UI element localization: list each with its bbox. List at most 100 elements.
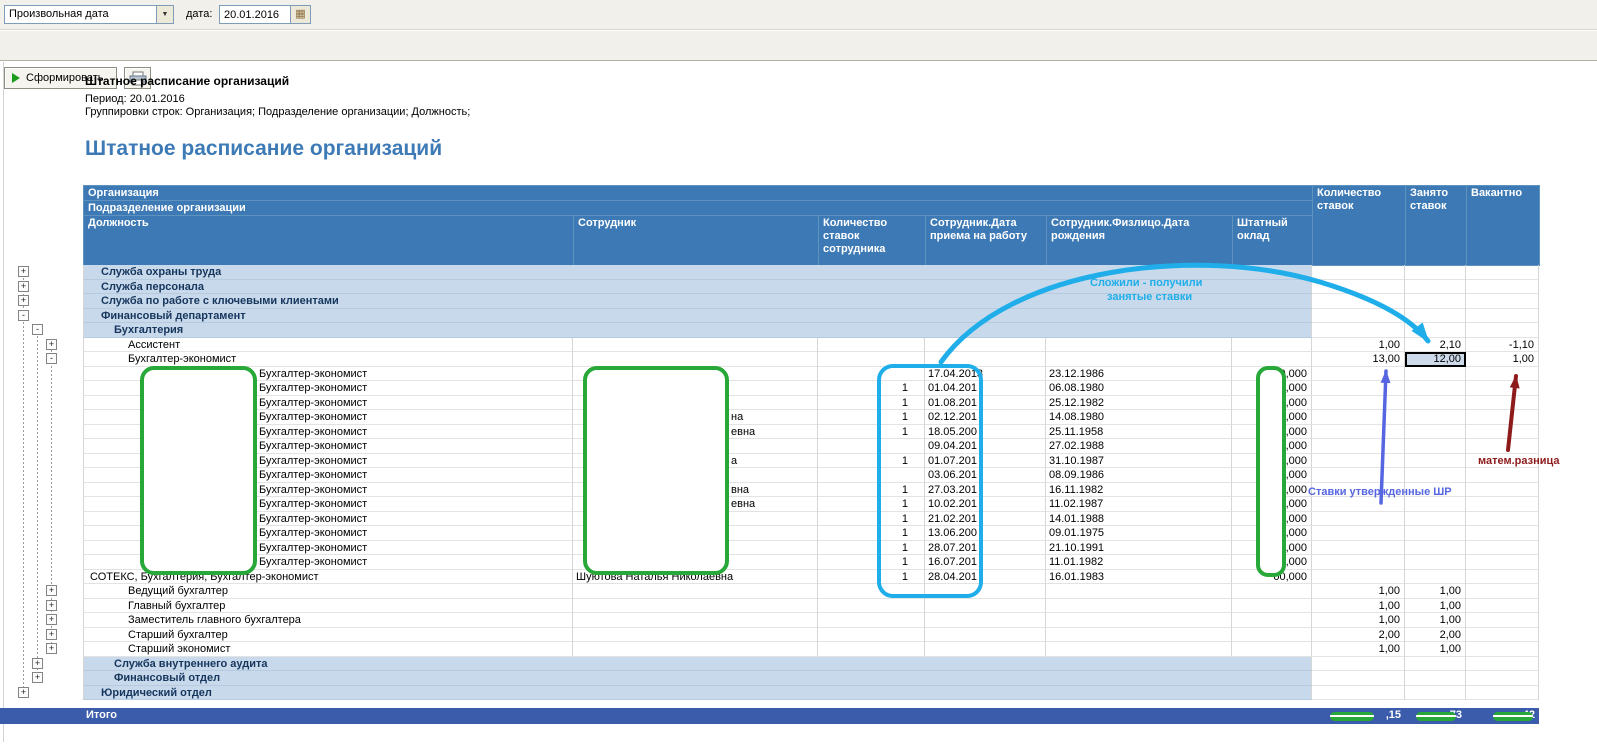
header-employee-rate[interactable]: Количество ставок сотрудника [819, 216, 926, 266]
cell-rates[interactable] [1312, 454, 1405, 469]
cell-rates[interactable] [1312, 555, 1405, 570]
cell-vacant[interactable] [1466, 468, 1539, 483]
cell-rates[interactable] [1312, 425, 1405, 440]
cell-rates[interactable]: 1,00 [1312, 338, 1405, 353]
period-type-value[interactable]: Произвольная дата [5, 6, 156, 23]
cell-empty[interactable] [1046, 642, 1232, 657]
cell-occupied[interactable] [1405, 425, 1466, 440]
cell-occupied[interactable]: 1,00 [1405, 642, 1466, 657]
cell-empty[interactable] [573, 338, 818, 353]
cell-vacant[interactable] [1466, 294, 1539, 309]
tree-expander-plus[interactable]: + [46, 339, 57, 350]
cell-rates[interactable] [1312, 671, 1405, 686]
cell-vacant[interactable]: 1,00 [1466, 352, 1539, 367]
cell-empty[interactable] [925, 628, 1046, 643]
cell-birth-date[interactable]: 27.02.1988 [1046, 439, 1232, 454]
cell-position[interactable]: Старший экономист [83, 642, 573, 657]
cell-rates[interactable] [1312, 280, 1405, 295]
cell-group-label[interactable]: Финансовый департамент [83, 309, 1312, 324]
cell-empty[interactable] [818, 338, 925, 353]
cell-empty[interactable] [1232, 613, 1312, 628]
tree-expander-plus[interactable]: + [18, 687, 29, 698]
tree-expander-plus[interactable]: + [18, 281, 29, 292]
tree-expander-plus[interactable]: + [46, 614, 57, 625]
cell-group-label[interactable]: Финансовый отдел [83, 671, 1312, 686]
cell-rates[interactable] [1312, 294, 1405, 309]
cell-occupied[interactable]: 1,00 [1405, 584, 1466, 599]
cell-occupied[interactable] [1405, 541, 1466, 556]
cell-vacant[interactable] [1466, 541, 1539, 556]
cell-occupied[interactable] [1405, 555, 1466, 570]
cell-birth-date[interactable]: 06.08.1980 [1046, 381, 1232, 396]
cell-empty[interactable] [573, 613, 818, 628]
tree-expander-plus[interactable]: + [46, 643, 57, 654]
cell-rates[interactable]: 13,00 [1312, 352, 1405, 367]
date-input[interactable] [219, 5, 291, 24]
cell-vacant[interactable] [1466, 686, 1539, 701]
cell-occupied[interactable] [1405, 671, 1466, 686]
cell-birth-date[interactable]: 25.12.1982 [1046, 396, 1232, 411]
cell-vacant[interactable] [1466, 570, 1539, 585]
cell-rates[interactable] [1312, 570, 1405, 585]
cell-vacant[interactable] [1466, 410, 1539, 425]
cell-occupied[interactable]: 1,00 [1405, 613, 1466, 628]
cell-birth-date[interactable]: 31.10.1987 [1046, 454, 1232, 469]
header-occupied[interactable]: Занято ставок [1406, 186, 1467, 266]
tree-expander-minus[interactable]: - [32, 324, 43, 335]
cell-occupied-selected[interactable]: 12,00 [1405, 352, 1466, 367]
cell-group-label[interactable]: Юридический отдел [83, 686, 1312, 701]
cell-vacant[interactable] [1466, 555, 1539, 570]
cell-birth-date[interactable]: 21.10.1991 [1046, 541, 1232, 556]
cell-rates[interactable]: 1,00 [1312, 584, 1405, 599]
header-salary[interactable]: Штатный оклад [1233, 216, 1313, 266]
cell-empty[interactable] [573, 584, 818, 599]
cell-empty[interactable] [1046, 613, 1232, 628]
cell-vacant[interactable] [1466, 396, 1539, 411]
cell-group-label[interactable]: Бухгалтерия [83, 323, 1312, 338]
cell-occupied[interactable]: 2,10 [1405, 338, 1466, 353]
cell-empty[interactable] [925, 642, 1046, 657]
cell-rates[interactable] [1312, 526, 1405, 541]
cell-position[interactable]: Ведущий бухгалтер [83, 584, 573, 599]
tree-expander-plus[interactable]: + [46, 600, 57, 611]
cell-occupied[interactable] [1405, 526, 1466, 541]
cell-rates[interactable]: 2,00 [1312, 628, 1405, 643]
cell-empty[interactable] [1232, 628, 1312, 643]
cell-occupied[interactable] [1405, 381, 1466, 396]
cell-occupied[interactable] [1405, 265, 1466, 280]
cell-occupied[interactable] [1405, 410, 1466, 425]
cell-vacant[interactable] [1466, 512, 1539, 527]
cell-rates[interactable] [1312, 512, 1405, 527]
cell-vacant[interactable] [1466, 599, 1539, 614]
cell-rates[interactable]: 1,00 [1312, 642, 1405, 657]
cell-rates[interactable] [1312, 309, 1405, 324]
cell-occupied[interactable] [1405, 280, 1466, 295]
cell-birth-date[interactable]: 16.11.1982 [1046, 483, 1232, 498]
cell-birth-date[interactable]: 08.09.1986 [1046, 468, 1232, 483]
cell-birth-date[interactable]: 14.01.1988 [1046, 512, 1232, 527]
tree-expander-plus[interactable]: + [18, 295, 29, 306]
cell-empty[interactable] [925, 613, 1046, 628]
cell-position[interactable]: Главный бухгалтер [83, 599, 573, 614]
cell-empty[interactable] [925, 599, 1046, 614]
cell-rates[interactable] [1312, 497, 1405, 512]
cell-birth-date[interactable]: 25.11.1958 [1046, 425, 1232, 440]
cell-birth-date[interactable]: 09.01.1975 [1046, 526, 1232, 541]
cell-vacant[interactable] [1466, 642, 1539, 657]
cell-birth-date[interactable]: 14.08.1980 [1046, 410, 1232, 425]
period-type-combobox[interactable]: Произвольная дата ▼ [4, 5, 174, 24]
cell-vacant[interactable] [1466, 671, 1539, 686]
cell-vacant[interactable] [1466, 323, 1539, 338]
cell-position[interactable]: Бухгалтер-экономист [83, 352, 573, 367]
tree-expander-plus[interactable]: + [18, 266, 29, 277]
chevron-down-icon[interactable]: ▼ [156, 6, 173, 23]
cell-occupied[interactable] [1405, 439, 1466, 454]
cell-empty[interactable] [1046, 628, 1232, 643]
cell-vacant[interactable] [1466, 381, 1539, 396]
cell-occupied[interactable] [1405, 454, 1466, 469]
cell-vacant[interactable] [1466, 425, 1539, 440]
cell-rates[interactable] [1312, 410, 1405, 425]
cell-vacant[interactable] [1466, 367, 1539, 382]
cell-occupied[interactable] [1405, 497, 1466, 512]
cell-vacant[interactable] [1466, 657, 1539, 672]
